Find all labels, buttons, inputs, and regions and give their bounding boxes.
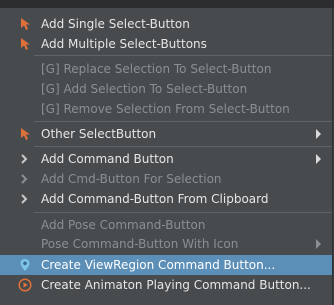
menu-item-label: Create ViewRegion Command Button...	[41, 258, 276, 272]
cursor-select-icon	[21, 18, 30, 30]
menu-item-label: Add Single Select-Button	[41, 17, 190, 31]
submenu-arrow-icon	[316, 239, 321, 249]
menu-item-add-multiple-select-buttons[interactable]: Add Multiple Select-Buttons	[0, 34, 332, 54]
menu-item-label: [G] Replace Selection To Select-Button	[41, 62, 272, 76]
menu-item-pose-command-button-with-icon[interactable]: Pose Command-Button With Icon	[0, 234, 332, 254]
chevron-command-icon	[21, 194, 28, 204]
menu-separator	[34, 212, 332, 213]
menu-item-label: Add Command-Button From Clipboard	[41, 192, 269, 206]
menu-item-label: Add Multiple Select-Buttons	[41, 37, 207, 51]
menu-item-create-viewregion-command-button[interactable]: Create ViewRegion Command Button...	[0, 255, 332, 275]
menu-item-remove-selection[interactable]: [G] Remove Selection From Select-Button	[0, 99, 332, 119]
menu-item-label: [G] Add Selection To Select-Button	[41, 82, 248, 96]
submenu-arrow-icon	[316, 129, 321, 139]
menu-separator	[34, 121, 332, 122]
menu-item-add-command-button[interactable]: Add Command Button	[0, 149, 332, 169]
menu-item-add-command-button-from-clipboard[interactable]: Add Command-Button From Clipboard	[0, 189, 332, 209]
menu-item-other-selectbutton[interactable]: Other SelectButton	[0, 124, 332, 144]
cursor-select-icon	[21, 38, 30, 50]
menu-item-label: Other SelectButton	[41, 127, 157, 141]
menu-item-label: Add Command Button	[41, 152, 174, 166]
menu-item-label: Pose Command-Button With Icon	[41, 237, 239, 251]
menu-item-create-animation-playing-command-button[interactable]: Create Animaton Playing Command Button..…	[0, 275, 332, 295]
menu-separator	[34, 146, 332, 147]
menu-item-add-selection[interactable]: [G] Add Selection To Select-Button	[0, 79, 332, 99]
menu-item-add-cmd-button-for-selection[interactable]: Add Cmd-Button For Selection	[0, 169, 332, 189]
cursor-select-icon	[21, 128, 30, 140]
menu-item-add-single-select-button[interactable]: Add Single Select-Button	[0, 14, 332, 34]
chevron-command-icon	[21, 154, 28, 164]
menu-item-label: Add Pose Command-Button	[41, 218, 206, 232]
menu-item-label: Add Cmd-Button For Selection	[41, 172, 222, 186]
menu-separator	[34, 55, 332, 56]
chevron-command-icon	[21, 174, 28, 184]
menu-item-add-pose-command-button[interactable]: Add Pose Command-Button	[0, 215, 332, 235]
context-menu: Add Single Select-Button Add Multiple Se…	[0, 8, 333, 305]
menu-item-replace-selection[interactable]: [G] Replace Selection To Select-Button	[0, 59, 332, 79]
play-circle-icon	[18, 278, 32, 292]
menu-item-label: Create Animaton Playing Command Button..…	[41, 278, 311, 292]
menu-item-label: [G] Remove Selection From Select-Button	[41, 102, 290, 116]
submenu-arrow-icon	[316, 154, 321, 164]
viewport-backdrop	[0, 0, 334, 8]
location-pin-icon	[20, 259, 30, 271]
